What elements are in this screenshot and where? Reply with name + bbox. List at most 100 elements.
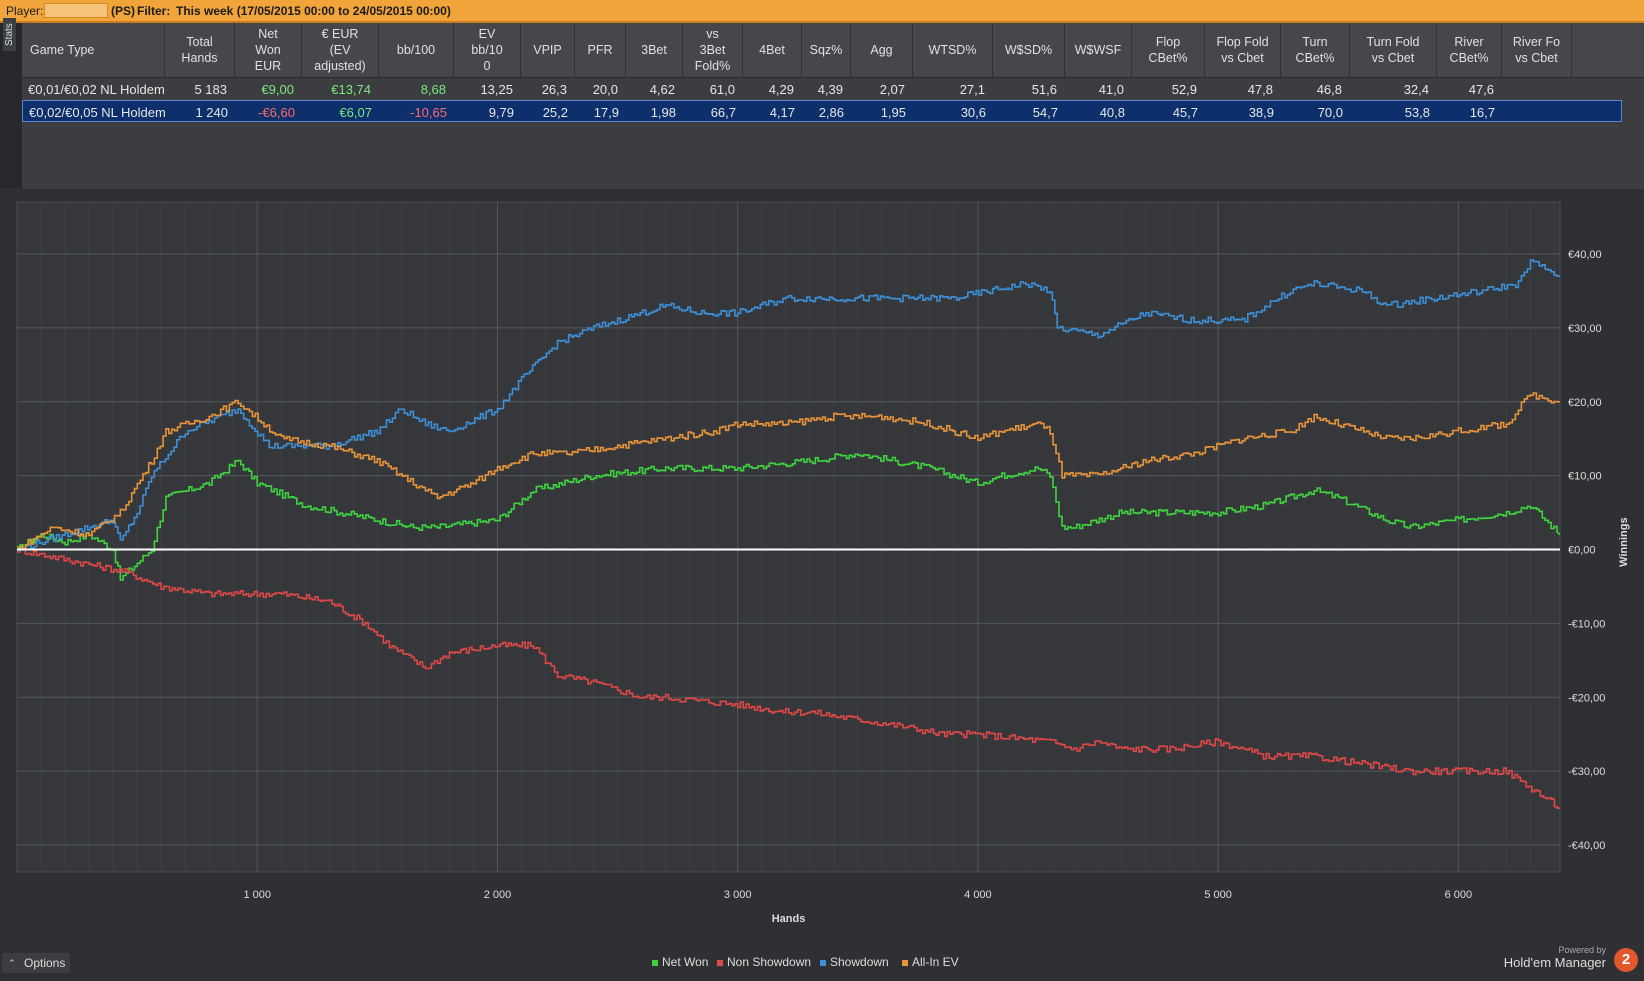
table-cell: 51,6 [1031,82,1057,97]
y-tick-label: -€30,00 [1568,766,1605,778]
column-header[interactable]: W$WSF [1065,23,1132,77]
y-tick-label: €0,00 [1568,545,1596,557]
y-axis-label: Winnings [1618,517,1630,566]
column-header[interactable]: Turn Fold vs Cbet [1350,23,1437,77]
table-cell: 4,17 [769,105,795,120]
column-header[interactable]: bb/100 [379,23,454,77]
column-header[interactable]: EV bb/10 0 [454,23,521,77]
table-cell: 4,62 [649,82,675,97]
table-cell: 9,79 [488,105,514,120]
winnings-graph: €40,00 €30,00 €20,00 €10,00 €0,00 -€10,00 -€20… [0,189,1644,953]
column-header[interactable]: € EUR (EV adjusted) [302,23,379,77]
column-header[interactable]: 4Bet [743,23,802,77]
legend-label: Showdown [830,955,889,969]
stats-side-tab[interactable]: Stats [0,18,23,188]
table-cell: 1 240 [195,105,228,120]
table-cell: 53,8 [1404,105,1430,120]
player-label: Player: [6,4,44,18]
table-cell: 8,68 [420,82,446,97]
hm2-logo-icon: 2 [1614,948,1638,972]
table-cell: 5 183 [194,82,227,97]
legend-swatch [717,959,723,966]
table-cell: 40,8 [1099,105,1125,120]
y-tick-label: €20,00 [1568,397,1602,409]
table-cell: 16,7 [1469,105,1495,120]
table-cell: 52,9 [1171,82,1197,97]
stats-tab-label: Stats [3,18,16,51]
table-cell: 4,29 [768,82,794,97]
table-cell: 47,8 [1247,82,1273,97]
legend-item[interactable]: All-In EV [902,955,959,969]
x-axis-label: Hands [772,913,806,925]
brand-logo: Powered by Hold'em Manager 2 [1500,943,1640,975]
column-header[interactable]: Flop Fold vs Cbet [1205,23,1281,77]
table-cell: -10,65 [410,105,447,120]
table-cell: 61,0 [709,82,735,97]
table-cell: 2,86 [818,105,844,120]
table-cell: 25,2 [542,105,568,120]
player-input[interactable] [44,3,108,18]
column-header[interactable]: Total Hands [165,23,235,77]
table-cell: 4,39 [817,82,843,97]
column-header[interactable]: VPIP [521,23,575,77]
stats-table: Game Type Total Hands Net Won EUR € EUR (EV… [22,23,1644,189]
column-header[interactable]: Agg [851,23,913,77]
column-header[interactable]: Turn CBet% [1281,23,1350,77]
column-header[interactable]: Sqz% [802,23,851,77]
column-header[interactable]: W$SD% [993,23,1065,77]
table-cell: 1,95 [880,105,906,120]
column-header[interactable]: 3Bet [626,23,683,77]
table-cell: 38,9 [1248,105,1274,120]
column-header[interactable]: Net Won EUR [235,23,302,77]
legend-item[interactable]: Showdown [820,955,889,969]
table-cell: €13,74 [331,82,371,97]
legend-label: Net Won [662,955,709,969]
y-tick-label: €10,00 [1568,471,1602,483]
table-cell: 32,4 [1403,82,1429,97]
x-tick-label: 6 000 [1445,889,1473,901]
table-row[interactable]: €0,01/€0,02 NL Holdem 5 183 €9,00 €13,74 8,6… [22,78,1622,100]
x-tick-label: 5 000 [1204,889,1232,901]
y-tick-label: €30,00 [1568,323,1602,335]
legend-item[interactable]: Net Won [652,955,708,969]
brand-name: Hold'em Manager [1503,955,1606,970]
y-tick-label: -€40,00 [1568,840,1605,852]
table-cell: €0,02/€0,05 NL Holdem [29,105,166,120]
legend-item[interactable]: Non Showdown [717,955,811,969]
column-header[interactable]: vs 3Bet Fold% [683,23,743,77]
table-cell: €6,07 [339,105,372,120]
table-cell: -€6,60 [258,105,295,120]
legend-label: Non Showdown [727,955,812,969]
table-cell: 41,0 [1098,82,1124,97]
x-tick-label: 3 000 [724,889,752,901]
legend-label: All-In EV [912,955,959,969]
table-row[interactable]: €0,02/€0,05 NL Holdem 1 240 -€6,60 €6,07 -10… [22,100,1622,122]
legend-swatch [902,959,908,966]
table-cell: 54,7 [1032,105,1058,120]
column-header[interactable]: Flop CBet% [1132,23,1205,77]
table-cell: 1,98 [650,105,676,120]
chart-legend: Net Won Non Showdown Showdown All-In EV [0,955,1644,975]
table-cell: 2,07 [879,82,905,97]
table-cell: 46,8 [1316,82,1342,97]
table-cell: 17,9 [593,105,619,120]
x-tick-label: 1 000 [243,889,271,901]
table-cell: 30,6 [960,105,986,120]
legend-swatch [652,959,658,966]
filter-bar: Player: (PS) Filter: This week (17/05/20… [0,0,1644,23]
stats-table-header: Game Type Total Hands Net Won EUR € EUR (EV… [22,23,1644,78]
filter-value[interactable]: This week (17/05/2015 00:00 to 24/05/201… [176,4,451,18]
column-header[interactable]: Game Type [22,23,165,77]
column-header[interactable]: PFR [575,23,626,77]
powered-by-text: Powered by [1558,945,1606,955]
column-header[interactable]: River CBet% [1437,23,1502,77]
column-header[interactable]: WTSD% [913,23,993,77]
table-cell: 47,6 [1468,82,1494,97]
table-cell: 27,1 [959,82,985,97]
x-tick-label: 4 000 [964,889,992,901]
table-cell: 13,25 [480,82,513,97]
table-cell: 66,7 [710,105,736,120]
column-header[interactable]: River Fo vs Cbet [1502,23,1572,77]
table-cell: 70,0 [1317,105,1343,120]
filter-label: Filter: [137,4,171,18]
